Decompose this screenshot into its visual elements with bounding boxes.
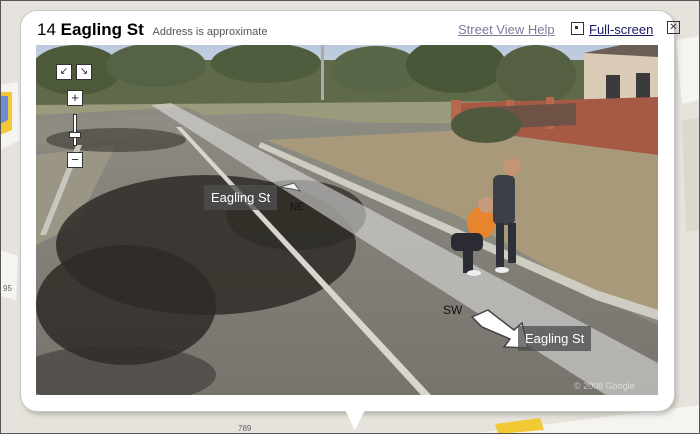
zoom-in-icon: +: [71, 90, 79, 105]
street-view-help-link[interactable]: Street View Help: [458, 22, 555, 37]
street-label-southwest[interactable]: Eagling St: [518, 326, 592, 351]
pan-left-button[interactable]: ↙: [56, 64, 72, 80]
zoom-in-button[interactable]: +: [67, 90, 83, 106]
zoom-slider-track[interactable]: [73, 114, 77, 146]
close-icon[interactable]: ✕: [667, 21, 680, 34]
heading-label-southwest: SW: [443, 303, 463, 317]
fullscreen-icon: [571, 22, 584, 35]
info-window-header: 14 Eagling St Address is approximate Str…: [37, 20, 680, 42]
street-view-panorama[interactable]: ↙ ↘ + − Eagling St NE Eagling St SW © 20…: [36, 45, 658, 395]
zoom-slider-thumb[interactable]: [69, 132, 81, 138]
street-view-info-window: 14 Eagling St Address is approximate Str…: [21, 11, 680, 411]
pan-left-icon: ↙: [59, 66, 69, 77]
pan-right-button[interactable]: ↘: [76, 64, 92, 80]
copyright-notice: © 2008 Google: [574, 381, 635, 391]
address-title: 14 Eagling St Address is approximate: [37, 20, 267, 40]
street-label-northeast[interactable]: Eagling St: [204, 185, 278, 210]
address-approximate-note: Address is approximate: [152, 26, 268, 38]
house-number: 14: [37, 20, 56, 39]
heading-label-northeast: NE: [290, 202, 304, 213]
fullscreen-button[interactable]: Full-screen: [571, 22, 653, 37]
zoom-slider[interactable]: [69, 114, 81, 146]
street-name: Eagling St: [60, 20, 144, 39]
info-window-tail: [343, 406, 367, 430]
fullscreen-label: Full-screen: [589, 22, 654, 37]
zoom-out-button[interactable]: −: [67, 152, 83, 168]
pan-right-icon: ↘: [79, 66, 89, 77]
map-label-left: 95: [3, 284, 12, 293]
zoom-out-icon: −: [71, 152, 79, 167]
map-label-bottom: 789: [238, 424, 252, 433]
